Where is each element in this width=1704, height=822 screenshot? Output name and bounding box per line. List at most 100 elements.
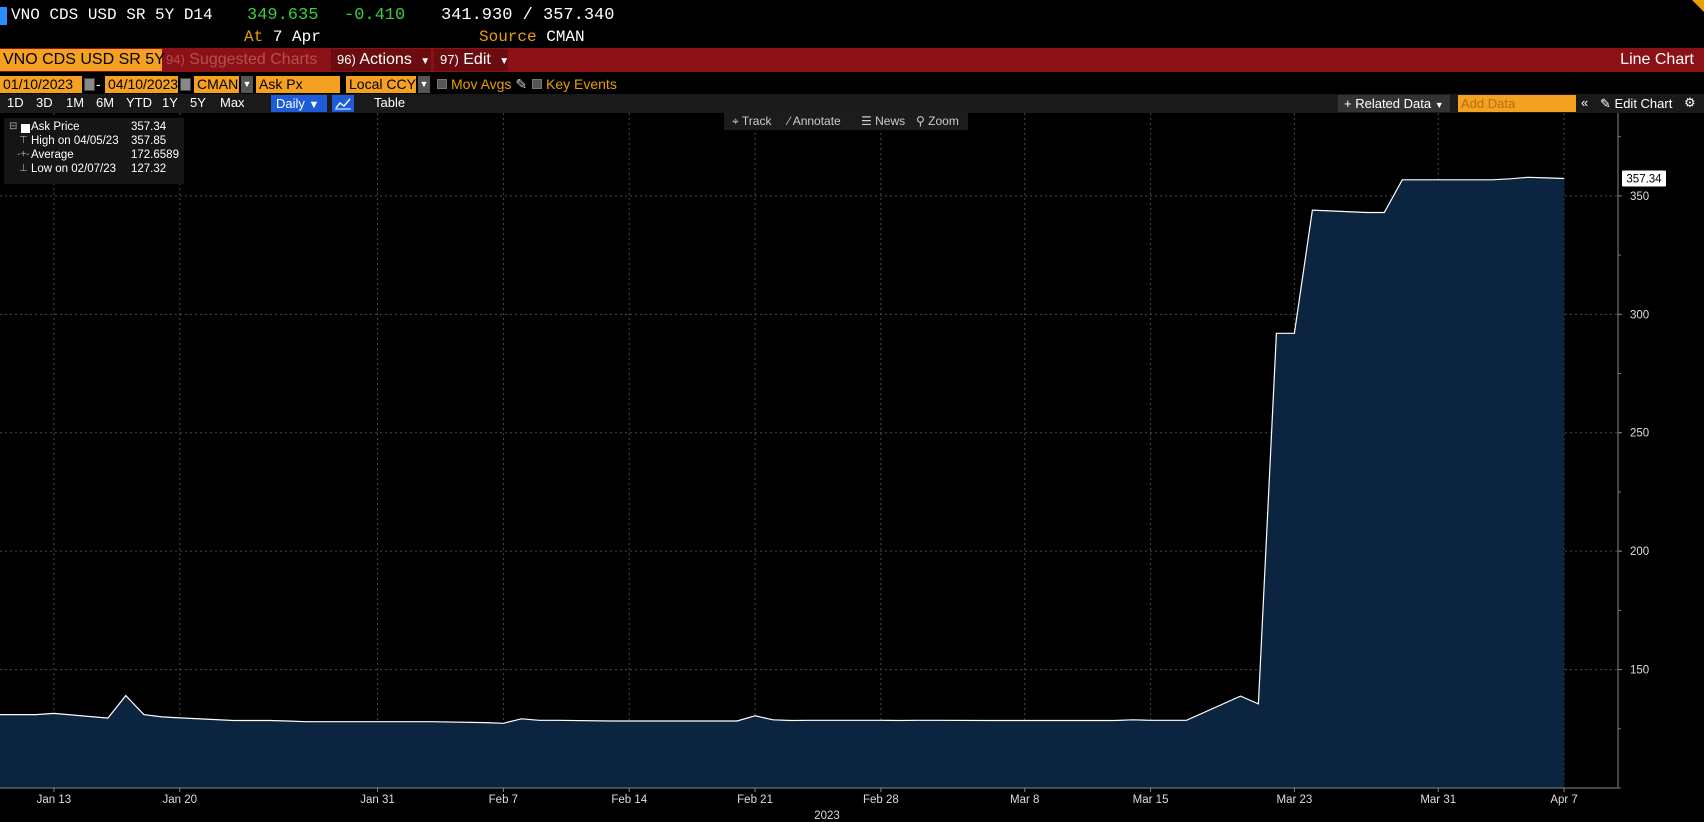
- security-input[interactable]: VNO CDS USD SR 5Y: [0, 49, 165, 71]
- x-tick-label: Jan 31: [360, 794, 395, 806]
- chart-series: [0, 176, 1565, 789]
- calendar-icon[interactable]: [180, 78, 191, 91]
- legend-high-value: 357.85: [131, 135, 167, 147]
- edit-chart-label: Edit Chart: [1614, 96, 1673, 111]
- source-select[interactable]: CMAN: [194, 76, 239, 93]
- range-toolbar: 1D 3D 1M 6M YTD 1Y 5Y Max Daily ▼ Table …: [0, 94, 1704, 113]
- y-tick-label: 300: [1630, 309, 1649, 321]
- date-range-dash: -: [96, 76, 101, 92]
- magnifier-icon: ⚲: [916, 114, 925, 128]
- mov-avgs-checkbox[interactable]: [437, 79, 447, 89]
- zoom-tool[interactable]: ⚲ Zoom: [916, 114, 959, 128]
- range-ytd-button[interactable]: YTD: [126, 95, 152, 110]
- start-date-input[interactable]: 01/10/2023: [0, 76, 82, 93]
- x-axis-title: 2023: [814, 810, 840, 822]
- edit-button[interactable]: 97) Edit ▼: [434, 49, 510, 71]
- range-1y-button[interactable]: 1Y: [162, 95, 178, 110]
- y-tick-label: 350: [1630, 191, 1649, 203]
- frequency-select[interactable]: Daily ▼: [271, 95, 327, 112]
- chevron-down-icon: ▼: [1434, 100, 1444, 110]
- chevron-down-icon: ▼: [499, 56, 510, 67]
- track-tool[interactable]: ⌖ Track: [732, 114, 771, 129]
- news-label: News: [875, 114, 906, 128]
- y-tick-label: 150: [1630, 665, 1649, 677]
- x-tick-label: Feb 14: [611, 794, 647, 806]
- suggested-charts-button[interactable]: 94) Suggested Charts: [166, 51, 317, 69]
- chevron-down-icon: ▼: [308, 99, 320, 111]
- x-tick-label: Jan 13: [37, 794, 72, 806]
- x-tick-label: Feb 21: [737, 794, 773, 806]
- legend-series-name: Ask Price: [31, 121, 80, 133]
- legend-average-label: Average: [31, 149, 74, 161]
- add-data-input[interactable]: Add Data: [1458, 95, 1576, 112]
- chevron-down-icon[interactable]: ▼: [241, 76, 253, 93]
- actions-number: 96): [337, 52, 356, 67]
- currency-select[interactable]: Local CCY: [346, 76, 416, 93]
- legend-low-row: ⊥ Low on 02/07/23 127.32: [4, 163, 184, 177]
- end-date-input[interactable]: 04/10/2023: [105, 76, 178, 93]
- actions-button[interactable]: 96) Actions ▼: [331, 49, 431, 71]
- pencil-icon: ✎: [1600, 96, 1611, 111]
- at-value: 7 Apr: [272, 28, 321, 46]
- legend-high-row: ⊤ High on 04/05/23 357.85: [4, 135, 184, 149]
- quote-source: Source CMAN: [479, 28, 585, 46]
- range-1d-button[interactable]: 1D: [7, 95, 24, 110]
- legend-low-value: 127.32: [131, 163, 167, 175]
- track-label: Track: [741, 114, 772, 128]
- key-events-checkbox[interactable]: [532, 79, 542, 89]
- last-price: 349.635: [247, 6, 319, 25]
- collapse-icon[interactable]: ⊟: [9, 121, 17, 132]
- annotate-tool[interactable]: ⁄ Annotate: [788, 114, 841, 128]
- x-tick-label: Feb 28: [863, 794, 899, 806]
- actions-label: Actions: [359, 51, 412, 68]
- line-chart-icon[interactable]: [332, 95, 354, 112]
- bid-ask-quote: 341.930 / 357.340: [441, 6, 615, 25]
- edit-chart-button[interactable]: ✎ Edit Chart: [1600, 95, 1672, 112]
- related-data-button[interactable]: + Related Data ▼: [1338, 95, 1450, 112]
- mov-avgs-label[interactable]: Mov Avgs ✎: [451, 76, 527, 93]
- gear-icon[interactable]: ⚙: [1684, 95, 1696, 111]
- legend-series-row[interactable]: ⊟ Ask Price 357.34: [4, 121, 184, 135]
- quote-header: VNO CDS USD SR 5Y D14 349.635 -0.410 341…: [0, 0, 1704, 48]
- chart-tools-bar: ⌖ Track ⁄ Annotate ☰ News ⚲ Zoom: [724, 112, 968, 130]
- average-marker-icon: -+-: [17, 149, 30, 160]
- annotate-icon: ⁄: [788, 114, 791, 128]
- mov-avgs-text: Mov Avgs: [451, 76, 512, 92]
- related-data-label: + Related Data: [1344, 96, 1432, 111]
- x-tick-label: Mar 23: [1277, 794, 1313, 806]
- range-5y-button[interactable]: 5Y: [190, 95, 206, 110]
- series-color-swatch: [21, 124, 30, 133]
- range-max-button[interactable]: Max: [220, 95, 245, 110]
- legend-series-last: 357.34: [131, 121, 167, 133]
- range-1m-button[interactable]: 1M: [66, 95, 84, 110]
- suggested-charts-number: 94): [166, 52, 185, 67]
- key-events-label[interactable]: Key Events: [546, 76, 617, 92]
- collapse-panel-icon[interactable]: «: [1581, 95, 1588, 110]
- chart-type-title: Line Chart: [1620, 51, 1694, 68]
- calendar-icon[interactable]: [84, 78, 95, 91]
- chevron-down-icon: ▼: [420, 56, 431, 67]
- source-value: CMAN: [546, 28, 585, 46]
- x-tick-label: Mar 15: [1133, 794, 1169, 806]
- net-change: -0.410: [344, 6, 406, 25]
- legend-average-row: -+- Average 172.6589: [4, 149, 184, 163]
- security-marker: [0, 7, 7, 25]
- edit-number: 97): [440, 52, 459, 67]
- x-tick-label: Mar 31: [1420, 794, 1456, 806]
- series-area-fill: [0, 177, 1565, 789]
- high-marker-icon: ⊤: [19, 135, 28, 146]
- price-chart[interactable]: Jan 13 Jan 20 Jan 31 Feb 7 Feb 14 Feb 21 Feb 2…: [0, 113, 1704, 822]
- legend-average-value: 172.6589: [131, 149, 179, 161]
- legend-high-label: High on 04/05/23: [31, 135, 119, 147]
- news-tool[interactable]: ☰ News: [861, 114, 905, 128]
- y-tick-label: 200: [1630, 546, 1649, 558]
- table-view-button[interactable]: Table: [374, 95, 405, 110]
- corner-indicator-icon: [1692, 0, 1704, 12]
- field-input[interactable]: Ask Px: [256, 76, 340, 93]
- range-3d-button[interactable]: 3D: [36, 95, 53, 110]
- chevron-down-icon[interactable]: ▼: [418, 76, 430, 93]
- pencil-icon: ✎: [515, 76, 528, 92]
- range-6m-button[interactable]: 6M: [96, 95, 114, 110]
- chart-legend: ⊟ Ask Price 357.34 ⊤ High on 04/05/23 35…: [4, 118, 184, 184]
- suggested-charts-label: Suggested Charts: [189, 51, 318, 68]
